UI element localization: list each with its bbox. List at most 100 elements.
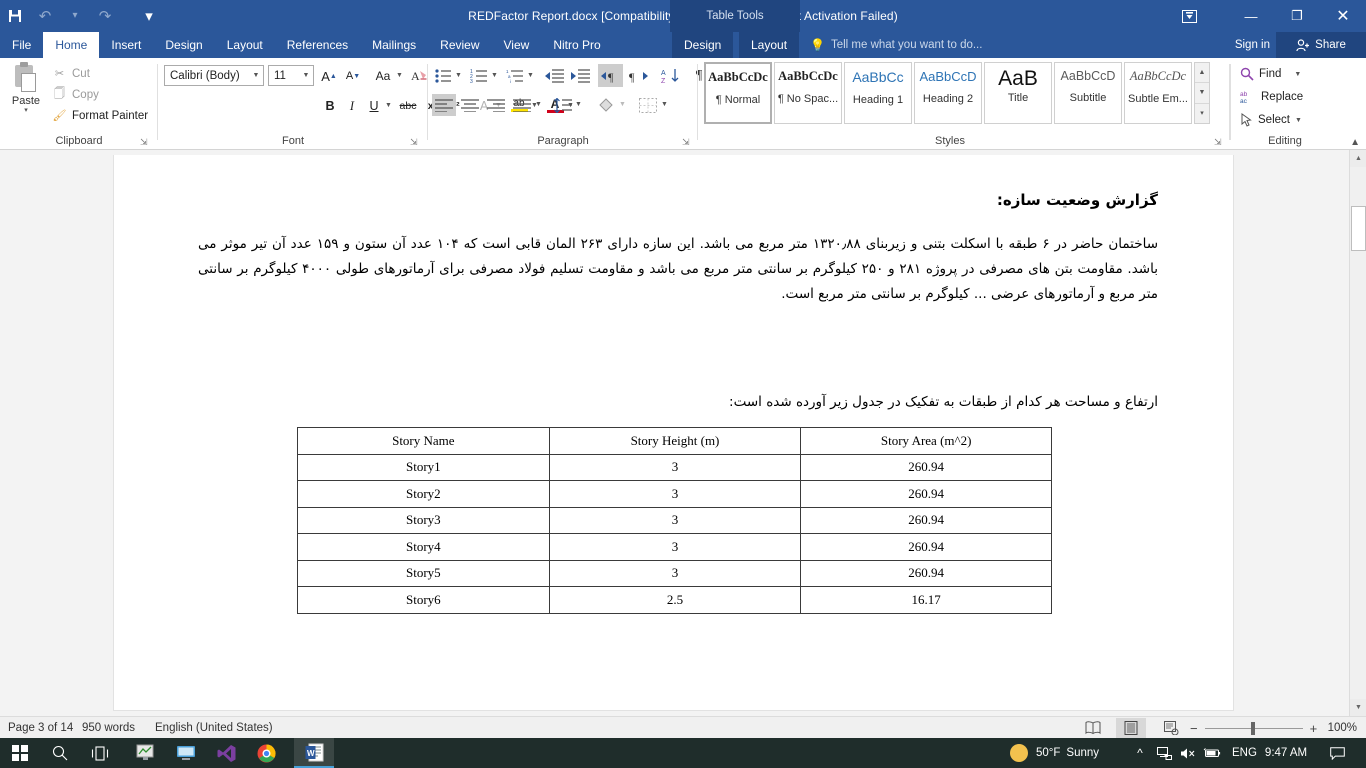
tab-mailings[interactable]: Mailings	[360, 32, 428, 58]
start-button[interactable]	[0, 738, 40, 768]
tab-layout[interactable]: Layout	[215, 32, 275, 58]
change-case-icon[interactable]: Aa	[370, 66, 396, 86]
paste-dropdown-icon[interactable]: ▾	[24, 107, 28, 115]
close-icon[interactable]: ✕	[1320, 0, 1366, 32]
vertical-scrollbar[interactable]: ▲ ▼	[1349, 150, 1366, 716]
strikethrough-icon[interactable]: abc	[396, 96, 420, 116]
borders-dropdown-icon[interactable]: ▼	[661, 101, 668, 108]
zoom-in-button[interactable]: +	[1310, 721, 1318, 736]
underline-dropdown-icon[interactable]: ▼	[385, 102, 392, 109]
style-subtitle[interactable]: AaBbCcD Subtitle	[1054, 62, 1122, 124]
network-icon[interactable]	[1152, 738, 1176, 768]
shading-icon[interactable]	[594, 94, 618, 116]
rtl-text-direction-icon[interactable]: ¶	[626, 64, 651, 87]
tab-home[interactable]: Home	[43, 32, 100, 58]
style-subtle-emphasis[interactable]: AaBbCcDc Subtle Em...	[1124, 62, 1192, 124]
word-count[interactable]: 950 words	[82, 717, 135, 739]
tab-review[interactable]: Review	[428, 32, 491, 58]
restore-icon[interactable]: ❐	[1274, 0, 1320, 32]
table-row[interactable]: Story3 3 260.94	[297, 506, 1052, 534]
italic-icon[interactable]: I	[342, 96, 362, 116]
copy-button[interactable]: 🗍 Copy	[52, 86, 99, 103]
story-table[interactable]: Story Name Story Height (m) Story Area (…	[297, 427, 1052, 614]
multilevel-list-icon[interactable]: 1ai	[504, 66, 526, 86]
zoom-slider[interactable]: − +	[1190, 717, 1317, 739]
show-hidden-icons-icon[interactable]: ^	[1128, 738, 1152, 768]
format-painter-button[interactable]: 🖌 Format Painter	[52, 107, 149, 124]
font-size-box[interactable]: 11 ▼	[268, 65, 314, 86]
tab-design[interactable]: Design	[153, 32, 214, 58]
justify-icon[interactable]	[510, 94, 534, 116]
table-row[interactable]: Story2 3 260.94	[297, 480, 1052, 508]
word-taskbar-button[interactable]: W	[294, 738, 334, 768]
visual-studio-button[interactable]	[206, 738, 246, 768]
paragraph-dialog-launcher-icon[interactable]: ⇲	[682, 137, 692, 147]
minimize-icon[interactable]: —	[1228, 0, 1274, 32]
weather-widget[interactable]: 50°F Sunny	[1010, 738, 1099, 768]
tab-view[interactable]: View	[492, 32, 542, 58]
align-right-icon[interactable]	[484, 94, 508, 116]
font-name-dropdown-icon[interactable]: ▼	[249, 72, 263, 79]
underline-icon[interactable]: U	[364, 96, 384, 116]
tell-me-search[interactable]: 💡 Tell me what you want to do...	[810, 32, 982, 58]
task-view-button[interactable]	[80, 738, 120, 768]
grow-font-icon[interactable]: A ▲	[318, 66, 340, 86]
increase-indent-icon[interactable]	[568, 66, 592, 86]
align-center-icon[interactable]	[458, 94, 482, 116]
undo-dropdown-icon[interactable]: ▾	[60, 1, 90, 31]
remote-desktop-button[interactable]	[166, 738, 206, 768]
sign-in-button[interactable]: Sign in	[1235, 32, 1270, 58]
numbering-dropdown-icon[interactable]: ▼	[491, 72, 498, 79]
borders-icon[interactable]	[636, 94, 660, 116]
style-no-spacing[interactable]: AaBbCcDc ¶ No Spac...	[774, 62, 842, 124]
language-indicator[interactable]: English (United States)	[155, 717, 273, 739]
zoom-thumb[interactable]	[1250, 721, 1255, 735]
save-icon[interactable]	[0, 1, 30, 31]
bullets-icon[interactable]	[432, 66, 454, 86]
customize-qat-icon[interactable]: ▾	[134, 1, 164, 31]
tab-insert[interactable]: Insert	[99, 32, 153, 58]
etabs-taskbar-button[interactable]	[126, 738, 166, 768]
numbering-icon[interactable]: 123	[468, 66, 490, 86]
undo-icon[interactable]: ↶	[30, 1, 60, 31]
search-button[interactable]	[40, 738, 80, 768]
styles-more-icon[interactable]: ▾	[1195, 104, 1209, 123]
clock[interactable]: 9:47 AM	[1265, 747, 1307, 759]
styles-scroll-down-icon[interactable]: ▼	[1195, 83, 1209, 104]
ltr-text-direction-icon[interactable]: ¶	[598, 64, 623, 87]
line-spacing-dropdown-icon[interactable]: ▼	[575, 101, 582, 108]
shading-dropdown-icon[interactable]: ▼	[619, 101, 626, 108]
select-button[interactable]: Select ▼	[1240, 110, 1302, 130]
font-name-box[interactable]: Calibri (Body) ▼	[164, 65, 264, 86]
google-chrome-button[interactable]	[246, 738, 286, 768]
collapse-ribbon-icon[interactable]: ▲	[1350, 137, 1360, 148]
bullets-dropdown-icon[interactable]: ▼	[455, 72, 462, 79]
share-button[interactable]: Share	[1276, 32, 1366, 58]
volume-muted-icon[interactable]	[1176, 738, 1200, 768]
shrink-font-icon[interactable]: A ▼	[342, 66, 364, 86]
style-heading-1[interactable]: AaBbCс Heading 1	[844, 62, 912, 124]
styles-scroll-up-icon[interactable]: ▲	[1195, 63, 1209, 84]
bold-icon[interactable]: B	[320, 96, 340, 116]
clipboard-dialog-launcher-icon[interactable]: ⇲	[140, 137, 150, 147]
sort-icon[interactable]: AZ	[658, 64, 682, 87]
table-row[interactable]: Story5 3 260.94	[297, 559, 1052, 587]
style-normal[interactable]: AaBbCcDc ¶ Normal	[704, 62, 772, 124]
style-heading-2[interactable]: AaBbCcD Heading 2	[914, 62, 982, 124]
scrollbar-thumb[interactable]	[1351, 206, 1366, 251]
justify-dropdown-icon[interactable]: ▼	[535, 101, 542, 108]
read-mode-button[interactable]	[1078, 718, 1108, 738]
redo-icon[interactable]: ↷	[90, 1, 120, 31]
tab-table-design[interactable]: Design	[672, 32, 734, 58]
tab-file[interactable]: File	[0, 32, 43, 58]
tab-nitro-pro[interactable]: Nitro Pro	[541, 32, 612, 58]
table-row[interactable]: Story6 2.5 16.17	[297, 586, 1052, 614]
paste-button[interactable]: Paste ▾	[6, 62, 46, 124]
table-row[interactable]: Story1 3 260.94	[297, 453, 1052, 481]
multilevel-dropdown-icon[interactable]: ▼	[527, 72, 534, 79]
language-indicator[interactable]: ENG	[1232, 747, 1257, 759]
print-layout-button[interactable]	[1116, 718, 1146, 738]
ribbon-display-options-icon[interactable]	[1174, 0, 1204, 32]
font-dialog-launcher-icon[interactable]: ⇲	[410, 137, 420, 147]
find-dropdown-icon[interactable]: ▼	[1294, 71, 1301, 78]
